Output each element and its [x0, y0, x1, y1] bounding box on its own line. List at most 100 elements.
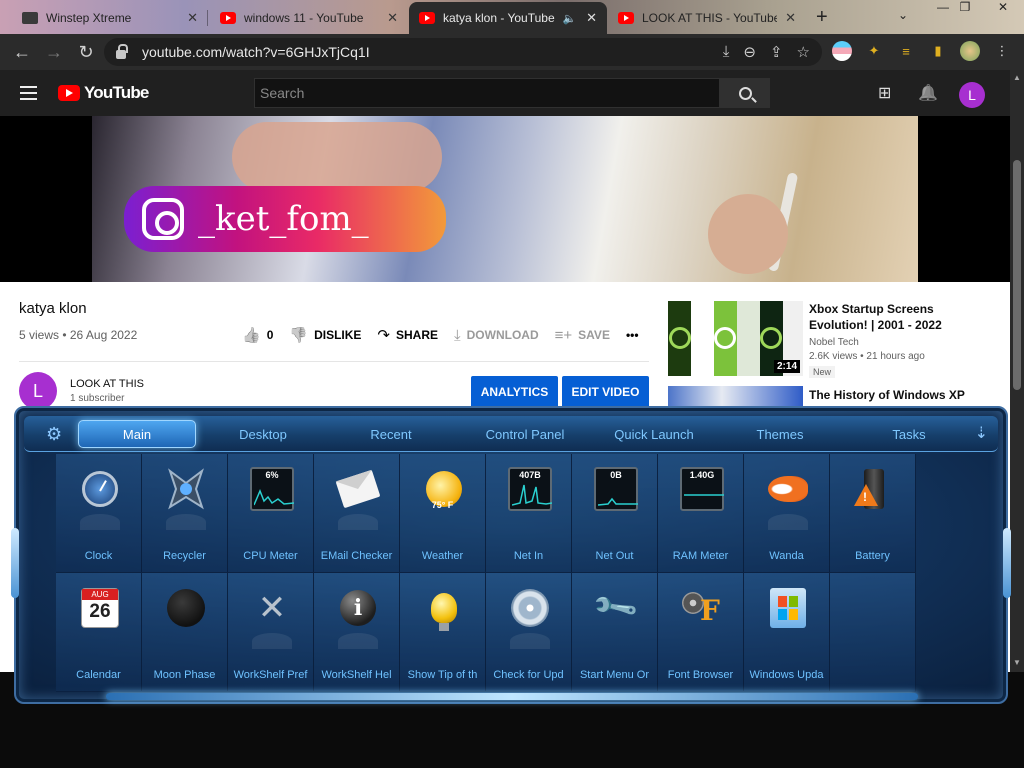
windows-update-icon — [770, 588, 806, 628]
edit-video-button[interactable]: EDIT VIDEO — [562, 376, 649, 408]
puzzle-extension-icon[interactable]: ✦ — [864, 41, 884, 61]
related-video-thumbnail[interactable]: 2:14 — [668, 301, 803, 376]
lock-icon[interactable] — [116, 43, 128, 59]
flag-extension-icon[interactable] — [832, 41, 852, 61]
forward-button[interactable]: → — [38, 42, 70, 63]
tab-tasks[interactable]: Tasks — [850, 424, 968, 446]
close-tab-icon[interactable]: ✕ — [187, 10, 198, 26]
like-button[interactable]: 👍 0 — [242, 326, 273, 344]
shelf-item-workshelf-help[interactable]: i WorkShelf Hel — [314, 573, 400, 692]
media-control-icon[interactable]: ≡ — [896, 41, 916, 61]
tab-winstep[interactable]: Winstep Xtreme ✕ — [12, 4, 208, 32]
back-button[interactable]: ← — [6, 42, 38, 63]
tab-windows11[interactable]: windows 11 - YouTube ✕ — [210, 4, 408, 32]
notifications-bell-icon[interactable]: 🔔 — [918, 83, 938, 103]
share-button[interactable]: ↷ SHARE — [377, 326, 438, 344]
analytics-button[interactable]: ANALYTICS — [471, 376, 558, 408]
youtube-logo[interactable]: YouTube — [58, 83, 149, 103]
related-video-title[interactable]: Xbox Startup Screens Evolution! | 2001 -… — [809, 301, 989, 333]
tab-recent[interactable]: Recent — [332, 424, 450, 446]
shelf-item-ram-meter[interactable]: 1.40G RAM Meter — [658, 454, 744, 573]
shelf-item-net-in[interactable]: 407B Net In — [486, 454, 572, 573]
pin-shelf-icon[interactable]: ⇣ — [975, 423, 988, 443]
shelf-item-net-out[interactable]: 0B Net Out — [572, 454, 658, 573]
shelf-item-workshelf-prefs[interactable]: ✕ WorkShelf Pref — [228, 573, 314, 692]
shelf-item-recycler[interactable]: Recycler — [142, 454, 228, 573]
search-input[interactable]: Search — [254, 78, 720, 108]
shelf-item-check-for-updates[interactable]: Check for Upd — [486, 573, 572, 692]
dislike-button[interactable]: 👎 DISLIKE — [289, 326, 361, 344]
menu-icon[interactable] — [20, 86, 37, 100]
scrollbar-thumb[interactable] — [1013, 160, 1021, 390]
tools-icon: ✕ — [257, 589, 287, 627]
tab-control-panel[interactable]: Control Panel — [462, 424, 588, 446]
channel-name[interactable]: LOOK AT THIS — [70, 378, 144, 390]
scroll-down-arrow[interactable]: ▼ — [1013, 658, 1021, 667]
thumbs-down-icon: 👎 — [289, 327, 309, 344]
tab-search-icon[interactable]: ⌄ — [898, 8, 908, 22]
url-text: youtube.com/watch?v=6GHJxTjCq1I — [142, 44, 370, 60]
shelf-item-start-menu-organizer[interactable]: 🔧 Start Menu Or — [572, 573, 658, 692]
account-avatar[interactable]: L — [959, 82, 985, 108]
new-tab-button[interactable]: + — [816, 6, 828, 29]
audio-icon[interactable]: 🔈 — [563, 12, 577, 25]
chrome-menu-icon[interactable]: ⋮ — [992, 41, 1012, 61]
channel-avatar[interactable]: L — [19, 372, 57, 410]
workshelf-tab-bar: ⚙ Main Desktop Recent Control Panel Quic… — [24, 416, 998, 452]
related-video-title[interactable]: The History of Windows XP — [809, 388, 965, 402]
tab-title: LOOK AT THIS - YouTube — [642, 11, 778, 25]
scroll-up-arrow[interactable]: ▲ — [1013, 73, 1021, 82]
instagram-overlay: _ket_fom_ — [124, 186, 446, 252]
shelf-item-show-tip[interactable]: Show Tip of th — [400, 573, 486, 692]
tab-look-at-this[interactable]: LOOK AT THIS - YouTube ✕ — [608, 4, 806, 32]
clock-icon — [82, 471, 118, 507]
restore-button[interactable]: ❐ — [950, 0, 980, 18]
settings-gear-icon[interactable]: ⚙ — [46, 424, 62, 445]
download-button[interactable]: ⤓ DOWNLOAD — [454, 327, 539, 344]
update-disc-icon — [511, 589, 549, 627]
shelf-item-font-browser[interactable]: F Font Browser — [658, 573, 744, 692]
close-tab-icon[interactable]: ✕ — [785, 10, 796, 26]
bookmark-star-icon[interactable]: ☆ — [797, 43, 810, 61]
shelf-item-cpu-meter[interactable]: 6% CPU Meter — [228, 454, 314, 573]
tab-main[interactable]: Main — [78, 420, 196, 448]
zoom-icon[interactable]: ⊖ — [743, 43, 756, 61]
page-scrollbar[interactable]: ▲ ▼ — [1010, 70, 1024, 672]
thumbs-up-icon: 👍 — [242, 327, 261, 344]
reload-button[interactable]: ↻ — [70, 42, 102, 63]
shelf-item-windows-update[interactable]: Windows Upda — [744, 573, 830, 692]
install-app-icon[interactable]: ⤓ — [723, 43, 730, 61]
shelf-item-email-checker[interactable]: EMail Checker — [314, 454, 400, 573]
subscriber-count: 1 subscriber — [70, 393, 125, 404]
shelf-item-clock[interactable]: Clock — [56, 454, 142, 573]
address-bar[interactable]: youtube.com/watch?v=6GHJxTjCq1I ⤓ ⊖ ⇪ ☆ — [104, 38, 822, 66]
related-channel-name[interactable]: Nobel Tech — [809, 337, 859, 348]
font-icon: F — [682, 588, 722, 628]
tab-themes[interactable]: Themes — [721, 424, 839, 446]
shelf-item-wanda[interactable]: Wanda — [744, 454, 830, 573]
more-actions-button[interactable]: ••• — [626, 328, 639, 342]
save-button[interactable]: ≡+ SAVE — [555, 327, 610, 344]
profile-avatar-icon[interactable] — [960, 41, 980, 61]
create-video-icon[interactable]: ⊞ — [878, 83, 891, 103]
tab-quick-launch[interactable]: Quick Launch — [591, 424, 717, 446]
search-button[interactable] — [720, 78, 770, 108]
close-window-button[interactable]: ✕ — [988, 0, 1018, 18]
tab-katya-klon[interactable]: katya klon - YouTube 🔈 ✕ — [409, 2, 607, 34]
shelf-item-weather[interactable]: 75° F Weather — [400, 454, 486, 573]
tab-desktop[interactable]: Desktop — [204, 424, 322, 446]
shelf-item-empty — [830, 573, 916, 692]
side-panel-icon[interactable]: ▮ — [928, 41, 948, 61]
shelf-item-battery[interactable]: ! Battery — [830, 454, 916, 573]
close-tab-icon[interactable]: ✕ — [586, 10, 597, 26]
close-tab-icon[interactable]: ✕ — [387, 10, 398, 26]
shelf-left-handle[interactable] — [11, 528, 19, 598]
shelf-item-calendar[interactable]: AUG 26 Calendar — [56, 573, 142, 692]
shelf-right-handle[interactable] — [1003, 528, 1011, 598]
video-player[interactable]: _ket_fom_ — [0, 116, 1010, 282]
browser-tab-strip: Winstep Xtreme ✕ windows 11 - YouTube ✕ … — [0, 0, 1024, 34]
shelf-item-moon-phase[interactable]: Moon Phase — [142, 573, 228, 692]
recycler-icon — [164, 466, 208, 512]
share-icon[interactable]: ⇪ — [770, 43, 783, 61]
wrench-icon: 🔧 — [590, 583, 641, 632]
